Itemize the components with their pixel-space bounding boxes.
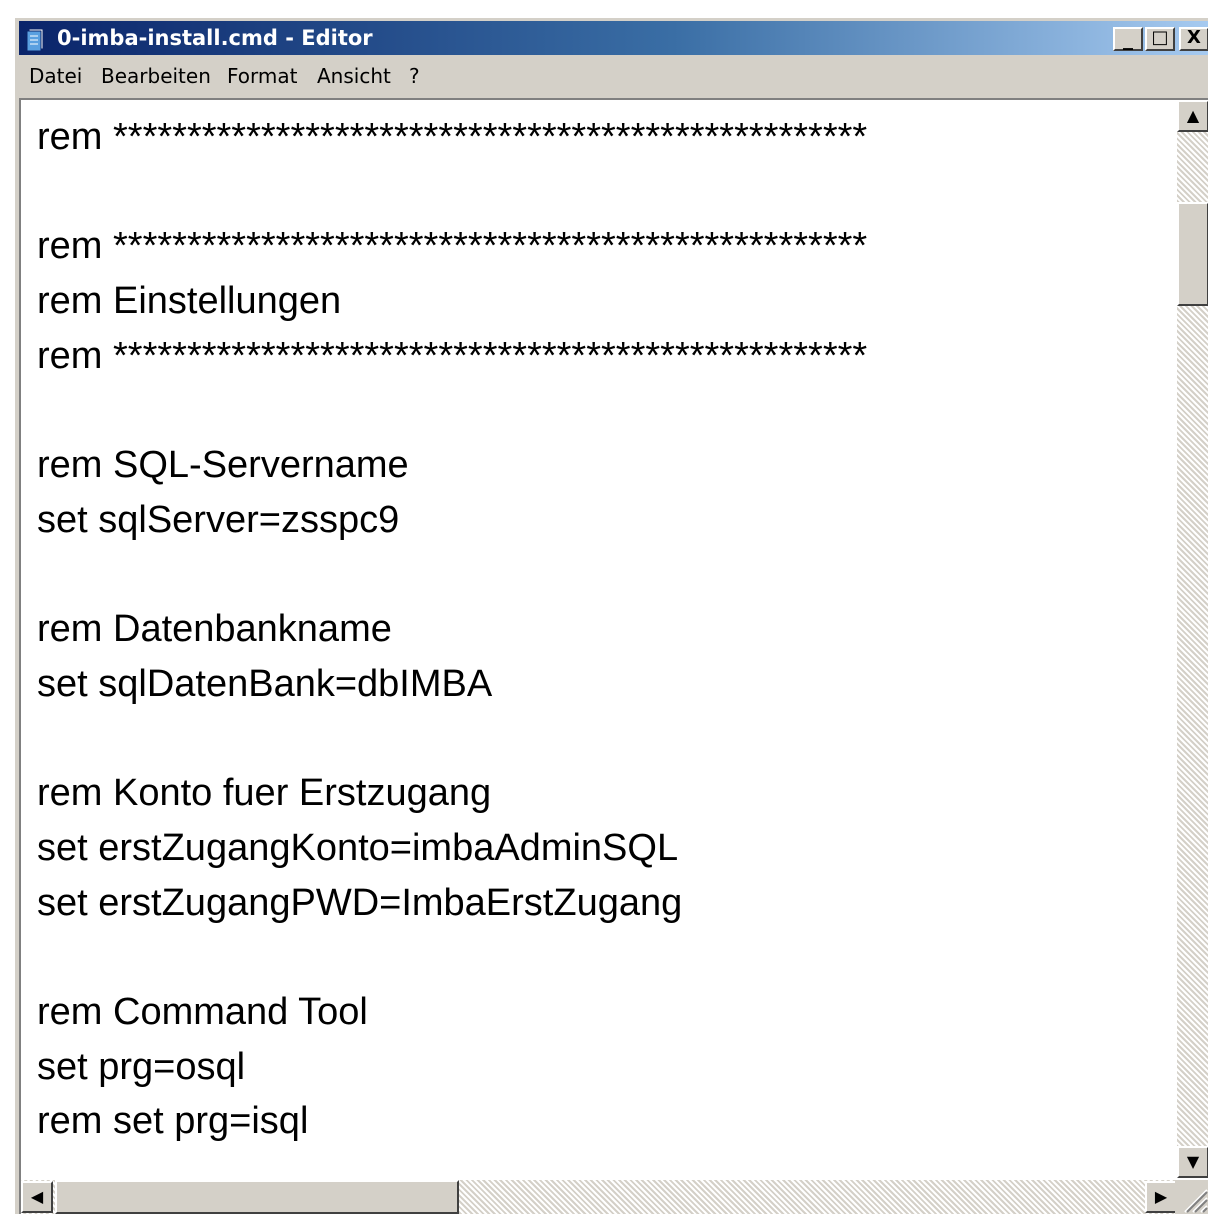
text-line: set erstZugangPWD=ImbaErstZugang xyxy=(37,881,683,924)
text-editor[interactable]: rem ************************************… xyxy=(19,98,1208,1214)
text-line: rem SQL-Servername xyxy=(37,444,409,487)
scroll-down-button[interactable]: ▼ xyxy=(1177,1146,1208,1178)
menu-help[interactable]: ? xyxy=(409,64,420,88)
scroll-up-button[interactable]: ▲ xyxy=(1177,100,1208,132)
text-line: rem ************************************… xyxy=(37,225,868,268)
minimize-button[interactable]: _ xyxy=(1113,27,1143,51)
notepad-icon xyxy=(26,28,44,51)
resize-grip-icon[interactable] xyxy=(1175,1180,1208,1214)
editor-content[interactable]: rem ************************************… xyxy=(37,110,1167,1149)
text-line: rem Konto fuer Erstzugang xyxy=(37,772,492,815)
text-line: rem set prg=isql xyxy=(37,1100,309,1143)
horizontal-scroll-thumb[interactable] xyxy=(55,1180,459,1214)
text-line: rem ************************************… xyxy=(37,334,868,377)
menu-bearbeiten[interactable]: Bearbeiten xyxy=(101,64,211,88)
text-line xyxy=(37,165,1167,220)
text-line: rem Datenbankname xyxy=(37,608,392,651)
text-line xyxy=(37,712,1167,767)
vertical-scrollbar[interactable]: ▲ ▼ xyxy=(1177,100,1208,1178)
text-line: set erstZugangKonto=imbaAdminSQL xyxy=(37,826,679,869)
horizontal-scrollbar[interactable]: ◀ ▶ xyxy=(21,1180,1177,1214)
menu-datei[interactable]: Datei xyxy=(29,64,82,88)
scroll-right-button[interactable]: ▶ xyxy=(1145,1181,1177,1213)
menu-ansicht[interactable]: Ansicht xyxy=(317,64,391,88)
text-line: set sqlServer=zsspc9 xyxy=(37,498,400,541)
menu-format[interactable]: Format xyxy=(227,64,297,88)
notepad-window: 0-imba-install.cmd - Editor _ □ X Datei … xyxy=(14,17,1208,1214)
text-line: rem Einstellungen xyxy=(37,280,342,323)
window-title: 0-imba-install.cmd - Editor xyxy=(57,26,373,50)
text-line: rem ************************************… xyxy=(37,116,868,158)
text-line xyxy=(37,383,1167,438)
text-line: rem Command Tool xyxy=(37,991,368,1033)
text-line: set prg=osql xyxy=(37,1045,246,1088)
vertical-scroll-thumb[interactable] xyxy=(1177,202,1208,306)
close-button[interactable]: X xyxy=(1179,27,1208,51)
text-line xyxy=(37,548,1167,603)
text-line xyxy=(37,930,1167,985)
text-line: set sqlDatenBank=dbIMBA xyxy=(37,662,493,705)
menu-bar: Datei Bearbeiten Format Ansicht ? xyxy=(19,58,1208,94)
scroll-left-button[interactable]: ◀ xyxy=(21,1181,53,1213)
title-bar[interactable]: 0-imba-install.cmd - Editor _ □ X xyxy=(19,21,1208,55)
maximize-button[interactable]: □ xyxy=(1145,27,1175,51)
